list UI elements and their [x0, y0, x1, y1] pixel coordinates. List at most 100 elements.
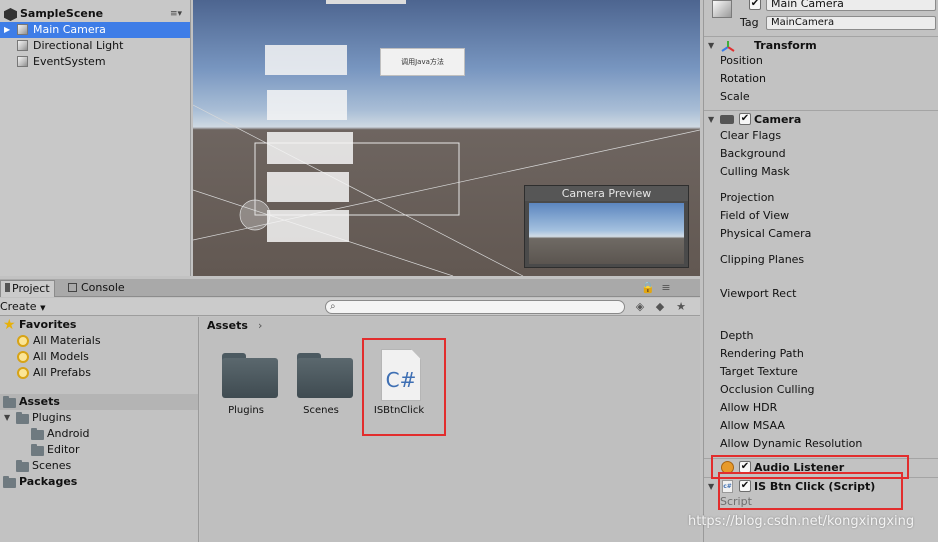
tree-item-label: Android	[47, 427, 90, 440]
transform-prop-scale: Scale	[720, 90, 750, 103]
camera-prop-background: Background	[720, 147, 786, 160]
transform-prop-rotation: Rotation	[720, 72, 767, 85]
tag-label: Tag	[740, 16, 759, 29]
blurred-ui-element	[267, 210, 349, 242]
tree-item-android[interactable]: Android	[0, 426, 198, 442]
hierarchy-item-directional-light[interactable]: Directional Light	[0, 38, 190, 54]
camera-prop-allow-dynamic-resolution: Allow Dynamic Resolution	[720, 437, 863, 450]
favorites-header[interactable]: ★ Favorites	[0, 317, 198, 333]
create-dropdown[interactable]: Create ▼	[0, 300, 49, 314]
fold-arrow-icon[interactable]: ▼	[708, 478, 714, 495]
camera-prop-allow-msaa: Allow MSAA	[720, 419, 785, 432]
camera-enabled-checkbox[interactable]: ✔	[739, 113, 751, 125]
fold-arrow-icon[interactable]: ▼	[708, 37, 714, 54]
favorites-item-all-models[interactable]: All Models	[0, 349, 198, 365]
favorites-item-label: All Prefabs	[33, 366, 91, 379]
camera-header[interactable]: ▼ ✔ Camera	[704, 110, 938, 127]
gameobject-cube-icon	[17, 24, 28, 35]
camera-prop-rendering-path: Rendering Path	[720, 347, 804, 360]
tab-console[interactable]: Console	[64, 280, 129, 297]
saved-search-icon	[17, 367, 29, 379]
favorites-item-label: All Models	[33, 350, 89, 363]
folder-icon	[3, 396, 16, 408]
favorites-item-all-prefabs[interactable]: All Prefabs	[0, 365, 198, 381]
assets-label: Assets	[19, 395, 60, 408]
favorite-star-icon[interactable]: ★	[673, 299, 689, 315]
blurred-ui-element	[265, 45, 347, 75]
tag-dropdown[interactable]: MainCamera	[766, 16, 936, 30]
packages-root[interactable]: Packages	[0, 474, 198, 490]
scene-view[interactable]: 调用Java方法 Camera Preview	[193, 0, 700, 276]
camera-prop-target-texture: Target Texture	[720, 365, 798, 378]
camera-prop-depth: Depth	[720, 329, 754, 342]
gameobject-active-checkbox[interactable]: ✔	[749, 0, 761, 10]
camera-component-icon	[720, 115, 734, 124]
fold-arrow-icon[interactable]: ▼	[708, 111, 714, 128]
highlight-box	[362, 338, 446, 436]
tree-item-scenes[interactable]: Scenes	[0, 458, 198, 474]
tab-label: Console	[81, 281, 125, 294]
tab-label: Project	[12, 282, 50, 295]
camera-prop-occlusion-culling: Occlusion Culling	[720, 383, 815, 396]
saved-search-icon	[17, 351, 29, 363]
panel-menu-icon[interactable]: ≡	[658, 280, 674, 296]
filter-by-label-icon[interactable]: ◆	[652, 299, 668, 315]
tree-item-label: Scenes	[32, 459, 72, 472]
lock-icon[interactable]: 🔒	[640, 280, 656, 296]
hierarchy-item-eventsystem[interactable]: EventSystem	[0, 54, 190, 70]
favorites-label: Favorites	[19, 318, 77, 331]
camera-prop-culling-mask: Culling Mask	[720, 165, 790, 178]
camera-prop-projection: Projection	[720, 191, 775, 204]
scene-name: SampleScene	[20, 7, 104, 20]
folder-icon	[3, 476, 16, 488]
camera-prop-viewport-rect: Viewport Rect	[720, 287, 797, 300]
console-icon	[68, 283, 77, 292]
dropdown-arrow-icon: ▼	[40, 304, 46, 312]
blurred-ui-element	[267, 172, 349, 202]
favorites-item-all-materials[interactable]: All Materials	[0, 333, 198, 349]
assets-root[interactable]: Assets	[0, 394, 198, 410]
camera-prop-field-of-view: Field of View	[720, 209, 790, 222]
asset-folder-plugins[interactable]: Plugins	[210, 341, 282, 421]
create-label: Create	[0, 300, 37, 313]
expand-arrow-icon[interactable]: ▼	[4, 410, 10, 426]
camera-prop-allow-hdr: Allow HDR	[720, 401, 778, 414]
project-tree: ★ Favorites All Materials All Models All…	[0, 317, 199, 542]
project-panel: Project Console 🔒 ≡ Create ▼ ⌕ ◈ ◆ ★ ★ F…	[0, 279, 700, 542]
tab-project[interactable]: Project	[0, 280, 55, 297]
camera-prop-clear-flags: Clear Flags	[720, 129, 782, 142]
camera-prop-clipping-planes: Clipping Planes	[720, 253, 805, 266]
asset-folder-scenes[interactable]: Scenes	[285, 341, 357, 421]
tree-item-editor[interactable]: Editor	[0, 442, 198, 458]
project-search-input[interactable]: ⌕	[325, 300, 625, 314]
tree-item-plugins[interactable]: ▼ Plugins	[0, 410, 198, 426]
transform-header[interactable]: ▼ Transform	[704, 36, 938, 53]
hierarchy-item-label: Directional Light	[33, 39, 124, 52]
folder-icon	[31, 444, 44, 456]
filter-by-type-icon[interactable]: ◈	[632, 299, 648, 315]
breadcrumb-separator: ›	[258, 319, 263, 332]
expand-arrow-icon[interactable]: ▶	[4, 22, 10, 38]
transform-title: Transform	[754, 39, 817, 52]
hierarchy-menu-icon[interactable]: ≡▾	[170, 6, 182, 22]
scene-root[interactable]: SampleScene ≡▾	[0, 6, 190, 22]
watermark-text: https://blog.csdn.net/kongxingxing	[688, 514, 915, 529]
favorites-item-label: All Materials	[33, 334, 101, 347]
hierarchy-item-label: Main Camera	[33, 23, 106, 36]
folder-tab-icon	[5, 283, 10, 292]
camera-preview: Camera Preview	[524, 185, 689, 268]
breadcrumb[interactable]: Assets	[207, 319, 248, 333]
gameobject-cube-icon	[17, 40, 28, 51]
camera-preview-title: Camera Preview	[525, 186, 688, 201]
call-java-button[interactable]: 调用Java方法	[380, 48, 465, 76]
hierarchy-item-label: EventSystem	[33, 55, 106, 68]
search-icon: ⌕	[330, 301, 336, 312]
unity-scene-icon	[4, 8, 17, 21]
inspector-panel: ✔ Main Camera Tag MainCamera ▼ Transform…	[703, 0, 938, 542]
object-name-input[interactable]: Main Camera	[766, 0, 936, 11]
folder-icon	[16, 412, 29, 424]
gameobject-cube-icon	[712, 0, 732, 18]
folder-icon	[297, 353, 353, 398]
project-toolbar: Create ▼ ⌕ ◈ ◆ ★	[0, 298, 700, 316]
hierarchy-item-main-camera[interactable]: ▶ Main Camera	[0, 22, 190, 38]
